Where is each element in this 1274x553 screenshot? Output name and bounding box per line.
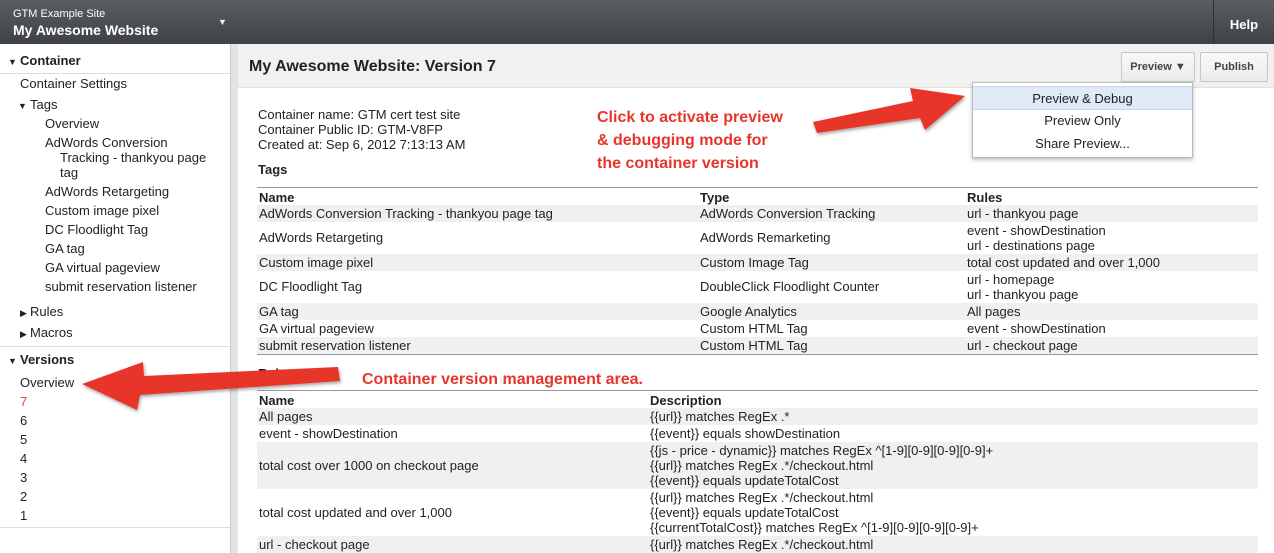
annotation-preview-line2: & debugging mode for [597, 132, 768, 149]
annotation-arrows [82, 88, 965, 410]
annotation-preview-line3: the container version [597, 155, 759, 172]
annotation-arrow-versions [82, 362, 340, 410]
annotation-versions: Container version management area. [362, 371, 643, 388]
annotation-preview-line1: Click to activate preview [597, 109, 783, 126]
annotation-arrow-preview [813, 88, 965, 133]
